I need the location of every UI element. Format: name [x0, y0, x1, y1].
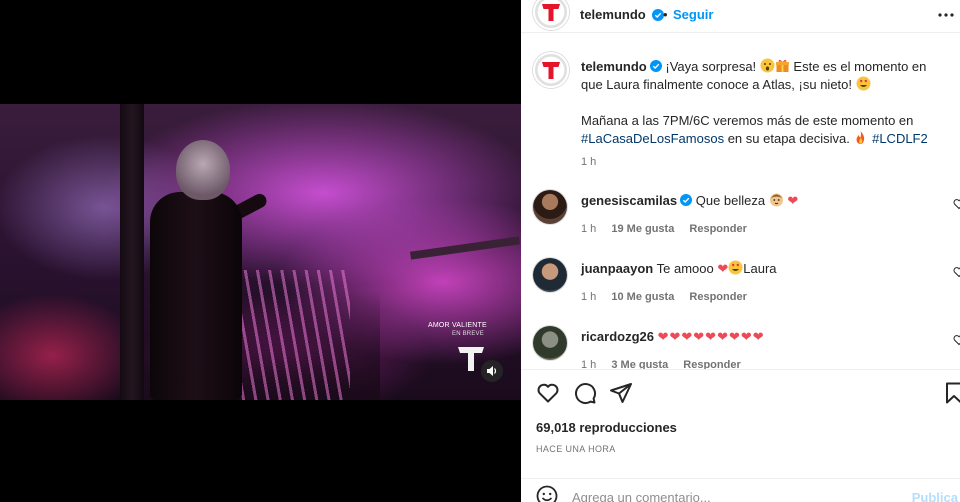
share-icon[interactable] [609, 381, 633, 405]
like-comment-icon[interactable] [953, 266, 960, 278]
hearts-emoji-icon: ❤❤❤❤❤❤❤❤❤ [657, 329, 765, 344]
video-grass [230, 270, 350, 400]
verified-icon [649, 60, 662, 72]
hashtag-link[interactable]: #LCDLF2 [872, 131, 928, 146]
comment-time[interactable]: 1 h [581, 291, 596, 303]
like-comment-icon[interactable] [953, 198, 960, 210]
media-area: AMOR VALIENTE EN BREVE [0, 0, 521, 502]
emoji-icon[interactable] [536, 485, 558, 502]
caption-part-4: en su etapa decisiva. [727, 131, 850, 146]
heart-icon[interactable] [536, 381, 560, 405]
heart-emoji-icon: ❤ [787, 193, 799, 208]
comment-body: Te amooo [656, 261, 714, 276]
comment-icon[interactable] [573, 381, 597, 405]
post-panel: telemundo • Seguir telemundo ¡Vaya sorpr… [521, 0, 960, 502]
comment-body-2: Laura [743, 261, 777, 276]
add-comment-bar: Agrega un comentario... Publica [521, 478, 960, 502]
comment-meta: 1 h 10 Me gusta Responder [581, 291, 759, 303]
heart-emoji-icon: ❤ [717, 261, 729, 276]
comment-likes[interactable]: 10 Me gusta [611, 291, 674, 303]
reply-button[interactable]: Responder [689, 223, 746, 235]
video-figure-head [176, 140, 230, 200]
watermark-subtitle: EN BREVE [452, 331, 484, 337]
video-watermark-text: AMOR VALIENTE EN BREVE [428, 321, 488, 339]
watermark-title: AMOR VALIENTE [428, 322, 487, 329]
video-player[interactable] [0, 104, 521, 400]
post-actions: 69,018 reproducciones HACE UNA HORA Agre… [521, 369, 960, 502]
caption-text: telemundo ¡Vaya sorpresa! Este es el mom… [581, 58, 951, 148]
shocked-face-emoji-icon [760, 58, 775, 73]
comment-text: juanpaayon Te amooo ❤ Laura [581, 260, 777, 278]
mute-button[interactable] [481, 360, 503, 382]
reply-button[interactable]: Responder [689, 291, 746, 303]
comment-username[interactable]: juanpaayon [581, 261, 653, 276]
more-options-icon[interactable] [936, 7, 956, 23]
follow-button[interactable]: Seguir [673, 7, 713, 22]
post-comment-button[interactable]: Publica [912, 490, 958, 502]
verified-icon [680, 194, 693, 206]
view-count[interactable]: 69,018 reproducciones [536, 420, 677, 435]
post-timestamp[interactable]: HACE UNA HORA [536, 444, 616, 454]
comment-username[interactable]: genesiscamilas [581, 193, 677, 208]
comment-text: ricardozg26 ❤❤❤❤❤❤❤❤❤ [581, 328, 765, 346]
comment-username[interactable]: ricardozg26 [581, 329, 654, 344]
comment-time[interactable]: 1 h [581, 223, 596, 235]
baby-emoji-icon [769, 193, 783, 207]
comment-body: Que belleza [695, 193, 766, 208]
bookmark-icon[interactable] [942, 381, 960, 405]
caption-time[interactable]: 1 h [581, 156, 596, 168]
comment-avatar[interactable] [533, 326, 567, 360]
telemundo-logo-icon [542, 62, 560, 79]
gift-emoji-icon [775, 59, 789, 72]
comment-meta: 1 h 19 Me gusta Responder [581, 223, 759, 235]
caption-part-1: ¡Vaya sorpresa! [665, 59, 757, 74]
comment-input[interactable]: Agrega un comentario... [572, 490, 711, 502]
comment-avatar[interactable] [533, 190, 567, 224]
telemundo-logo-icon [542, 4, 560, 21]
comment-likes[interactable]: 19 Me gusta [611, 223, 674, 235]
fire-emoji-icon [856, 131, 865, 144]
header-separator: • [663, 7, 668, 22]
speaker-icon [487, 366, 497, 376]
header-username[interactable]: telemundo [580, 7, 646, 22]
like-comment-icon[interactable] [953, 334, 960, 346]
video-tree-trunk [120, 104, 144, 400]
hashtag-link[interactable]: #LaCasaDeLosFamosos [581, 131, 724, 146]
caption-avatar[interactable] [533, 52, 569, 88]
caption-username[interactable]: telemundo [581, 59, 647, 74]
caption-part-3: Mañana a las 7PM/6C veremos más de este … [581, 113, 914, 128]
post-header: telemundo • Seguir [521, 0, 960, 33]
heart-eyes-emoji-icon [856, 76, 871, 91]
avatar[interactable] [533, 0, 569, 30]
comment-avatar[interactable] [533, 258, 567, 292]
comment-text: genesiscamilas Que belleza ❤ [581, 192, 798, 210]
heart-eyes-emoji-icon [728, 260, 743, 275]
video-figure-body [150, 192, 242, 400]
video-railing [409, 236, 521, 260]
